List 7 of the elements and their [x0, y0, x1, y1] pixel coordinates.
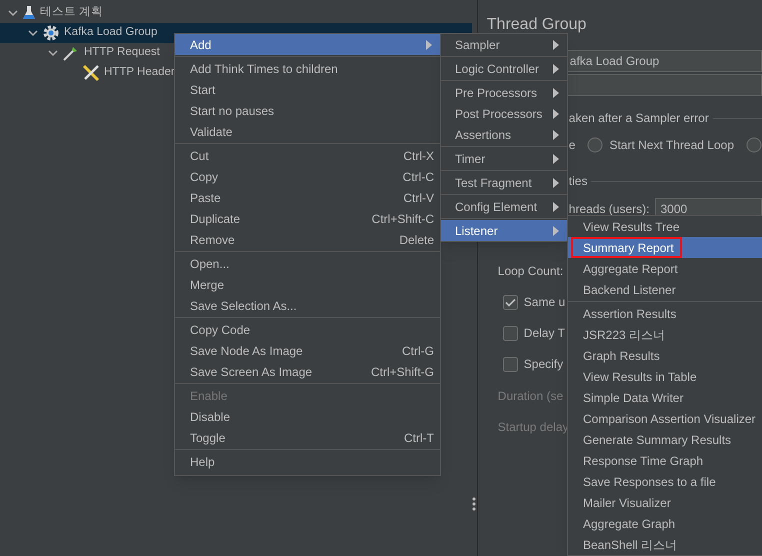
field-label: Loop Count:: [498, 263, 564, 280]
fieldset-legend: ties: [568, 172, 588, 190]
field-label: Startup delay: [498, 419, 568, 436]
field-label: hreads (users):: [568, 201, 650, 218]
panel-title: Thread Group: [486, 15, 586, 35]
field-label: Duration (se: [498, 388, 564, 405]
fieldset-legend: aken after a Sampler error: [568, 109, 709, 127]
